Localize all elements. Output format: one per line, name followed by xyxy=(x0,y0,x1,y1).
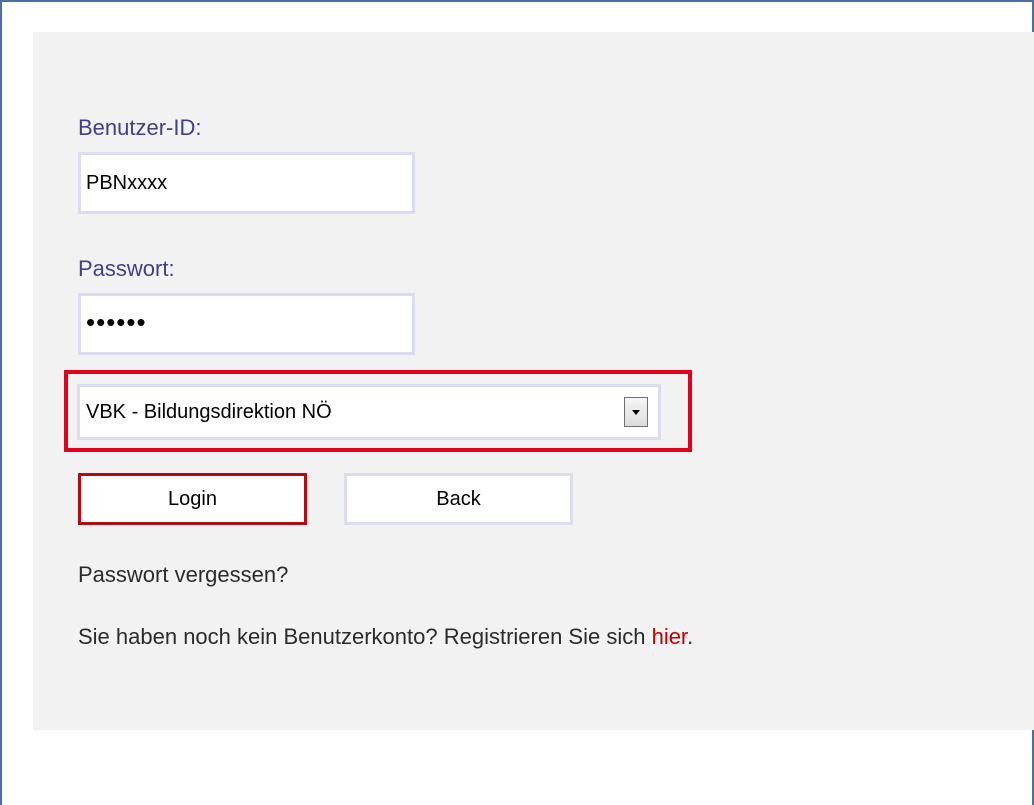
forgot-password-link[interactable]: Passwort vergessen? xyxy=(78,562,288,588)
login-button[interactable]: Login xyxy=(78,473,307,525)
userid-input[interactable]: PBNxxxx xyxy=(78,152,415,214)
register-suffix: . xyxy=(687,624,694,649)
institution-select-value: VBK - Bildungsdirektion NÖ xyxy=(86,400,332,423)
chevron-down-icon xyxy=(632,409,640,415)
password-label: Passwort: xyxy=(78,256,175,281)
dropdown-button[interactable] xyxy=(624,397,648,427)
register-prompt: Sie haben noch kein Benutzerkonto? Regis… xyxy=(78,624,652,649)
password-input[interactable]: •••••• xyxy=(78,293,415,355)
register-link[interactable]: hier xyxy=(652,624,687,649)
back-button[interactable]: Back xyxy=(344,473,573,525)
institution-select[interactable]: VBK - Bildungsdirektion NÖ xyxy=(77,384,661,440)
register-text: Sie haben noch kein Benutzerkonto? Regis… xyxy=(78,624,693,650)
userid-label: Benutzer-ID: xyxy=(78,115,202,140)
